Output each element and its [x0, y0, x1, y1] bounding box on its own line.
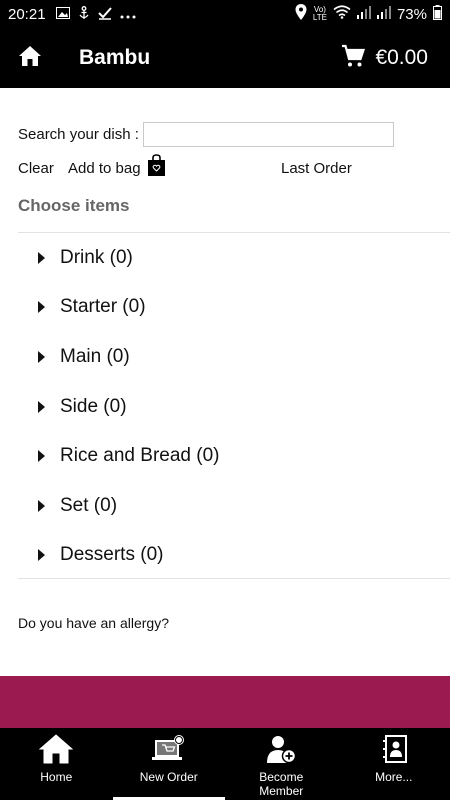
- category-label: Starter (0): [60, 296, 146, 318]
- expand-arrow-icon: [38, 301, 45, 314]
- allergy-question[interactable]: Do you have an allergy?: [18, 615, 169, 631]
- accent-band: [0, 676, 450, 728]
- expand-arrow-icon: [38, 350, 45, 363]
- gallery-icon: [55, 6, 70, 22]
- new-order-icon: [151, 734, 186, 767]
- expand-arrow-icon: [38, 549, 45, 562]
- nav-label: Home: [40, 770, 73, 784]
- home-icon: [38, 734, 74, 767]
- more-notifications-icon: [120, 7, 136, 22]
- category-drink[interactable]: Drink (0): [18, 233, 450, 283]
- status-bar: 20:21 Vo) LTE 73%: [0, 0, 450, 28]
- search-input[interactable]: [142, 122, 394, 147]
- battery-percent: 73%: [396, 5, 427, 23]
- home-icon: [19, 45, 41, 71]
- nav-new-order[interactable]: New Order: [112, 728, 226, 800]
- expand-arrow-icon: [38, 400, 45, 413]
- app-title: Bambu: [79, 46, 151, 69]
- nav-more[interactable]: More...: [338, 728, 450, 800]
- category-label: Set (0): [60, 494, 118, 516]
- category-side[interactable]: Side (0): [18, 382, 450, 432]
- category-set[interactable]: Set (0): [18, 481, 450, 531]
- expand-arrow-icon: [38, 450, 45, 463]
- signal-2-icon: [376, 5, 391, 23]
- category-label: Main (0): [60, 345, 130, 367]
- location-icon: [295, 4, 307, 24]
- add-to-bag-button[interactable]: Add to bag: [68, 160, 141, 177]
- last-order-button[interactable]: Last Order: [281, 160, 352, 177]
- nav-label: More...: [375, 770, 413, 784]
- task-check-icon: [97, 6, 112, 23]
- search-row: Search your dish :: [18, 122, 394, 147]
- category-label: Rice and Bread (0): [60, 445, 220, 467]
- cart-button[interactable]: €0.00: [341, 44, 428, 73]
- shopping-bag-icon[interactable]: [148, 154, 165, 180]
- status-right: Vo) LTE 73%: [295, 4, 442, 24]
- category-label: Drink (0): [60, 246, 133, 268]
- nav-become-member[interactable]: Become Member: [225, 728, 338, 800]
- wifi-icon: [333, 5, 351, 23]
- search-label: Search your dish :: [18, 126, 139, 143]
- cart-total: €0.00: [375, 46, 428, 69]
- expand-arrow-icon: [38, 251, 45, 264]
- category-label: Desserts (0): [60, 544, 164, 566]
- cart-icon: [341, 44, 366, 73]
- action-row: Clear Add to bag Last Order: [18, 154, 438, 182]
- category-starter[interactable]: Starter (0): [18, 283, 450, 333]
- expand-arrow-icon: [38, 499, 45, 512]
- home-button[interactable]: [0, 28, 60, 88]
- status-time: 20:21: [8, 5, 46, 23]
- choose-items-heading: Choose items: [18, 196, 130, 215]
- bottom-nav: Home New Order Become Member More...: [0, 728, 450, 800]
- category-main[interactable]: Main (0): [18, 332, 450, 382]
- main-content: Search your dish : Clear Add to bag Last…: [0, 88, 450, 676]
- category-rice-and-bread[interactable]: Rice and Bread (0): [18, 431, 450, 481]
- category-desserts[interactable]: Desserts (0): [18, 531, 450, 581]
- app-bar: Bambu €0.00: [0, 28, 450, 88]
- network-lte: LTE: [312, 13, 327, 22]
- nav-label: New Order: [139, 770, 198, 784]
- add-member-icon: [264, 734, 298, 767]
- clear-button[interactable]: Clear: [18, 160, 54, 177]
- category-list: Drink (0) Starter (0) Main (0) Side (0) …: [18, 233, 450, 580]
- nav-label: Become Member: [259, 770, 304, 798]
- nav-home[interactable]: Home: [0, 728, 113, 800]
- network-type: Vo) LTE: [313, 6, 327, 22]
- anchor-icon: [78, 5, 90, 23]
- battery-icon: [433, 4, 442, 24]
- contacts-icon: [377, 734, 411, 767]
- divider-bottom: [18, 578, 450, 579]
- signal-icon: [356, 5, 371, 23]
- category-label: Side (0): [60, 395, 127, 417]
